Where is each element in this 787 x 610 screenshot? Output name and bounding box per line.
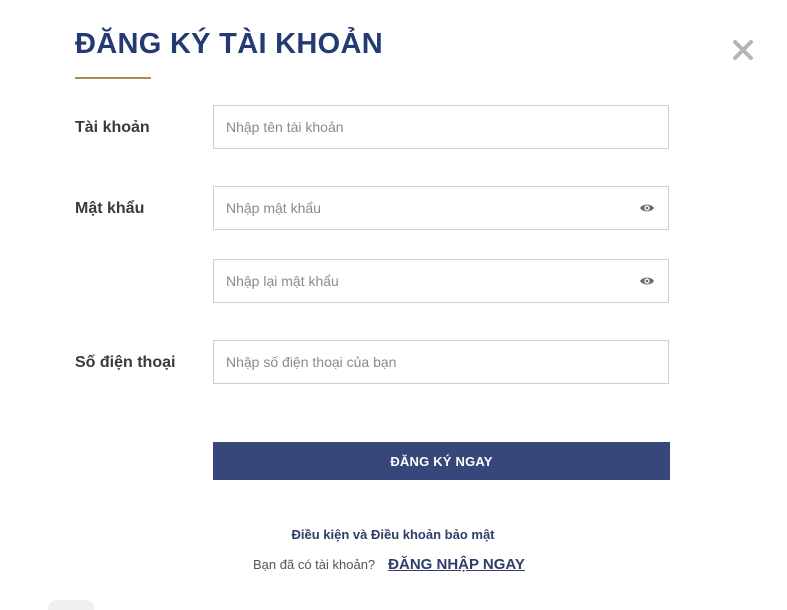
- close-icon: [733, 40, 753, 60]
- background-shadow: [48, 600, 94, 610]
- login-link[interactable]: ĐĂNG NHẬP NGAY: [388, 556, 525, 573]
- login-prompt: Bạn đã có tài khoản?: [253, 557, 376, 572]
- phone-field: [213, 340, 669, 384]
- password-confirm-field: [213, 259, 669, 303]
- password-input[interactable]: [214, 187, 668, 229]
- modal-title: ĐĂNG KÝ TÀI KHOẢN: [75, 28, 383, 60]
- phone-label: Số điện thoại: [75, 354, 176, 371]
- login-row: Bạn đã có tài khoản? ĐĂNG NHẬP NGAY: [253, 556, 525, 573]
- account-field: [213, 105, 669, 149]
- close-button[interactable]: [730, 37, 756, 63]
- eye-icon[interactable]: [639, 275, 655, 287]
- register-modal: ĐĂNG KÝ TÀI KHOẢN Tài khoản Mật khẩu Số …: [0, 0, 787, 610]
- account-input[interactable]: [214, 106, 668, 148]
- account-label: Tài khoản: [75, 119, 150, 136]
- eye-icon[interactable]: [639, 202, 655, 214]
- password-label: Mật khẩu: [75, 200, 145, 217]
- terms-link[interactable]: Điều kiện và Điều khoản bảo mật: [213, 527, 573, 542]
- password-confirm-input[interactable]: [214, 260, 668, 302]
- register-button[interactable]: ĐĂNG KÝ NGAY: [213, 442, 670, 480]
- phone-input[interactable]: [214, 341, 668, 383]
- title-underline: [75, 77, 151, 79]
- password-field: [213, 186, 669, 230]
